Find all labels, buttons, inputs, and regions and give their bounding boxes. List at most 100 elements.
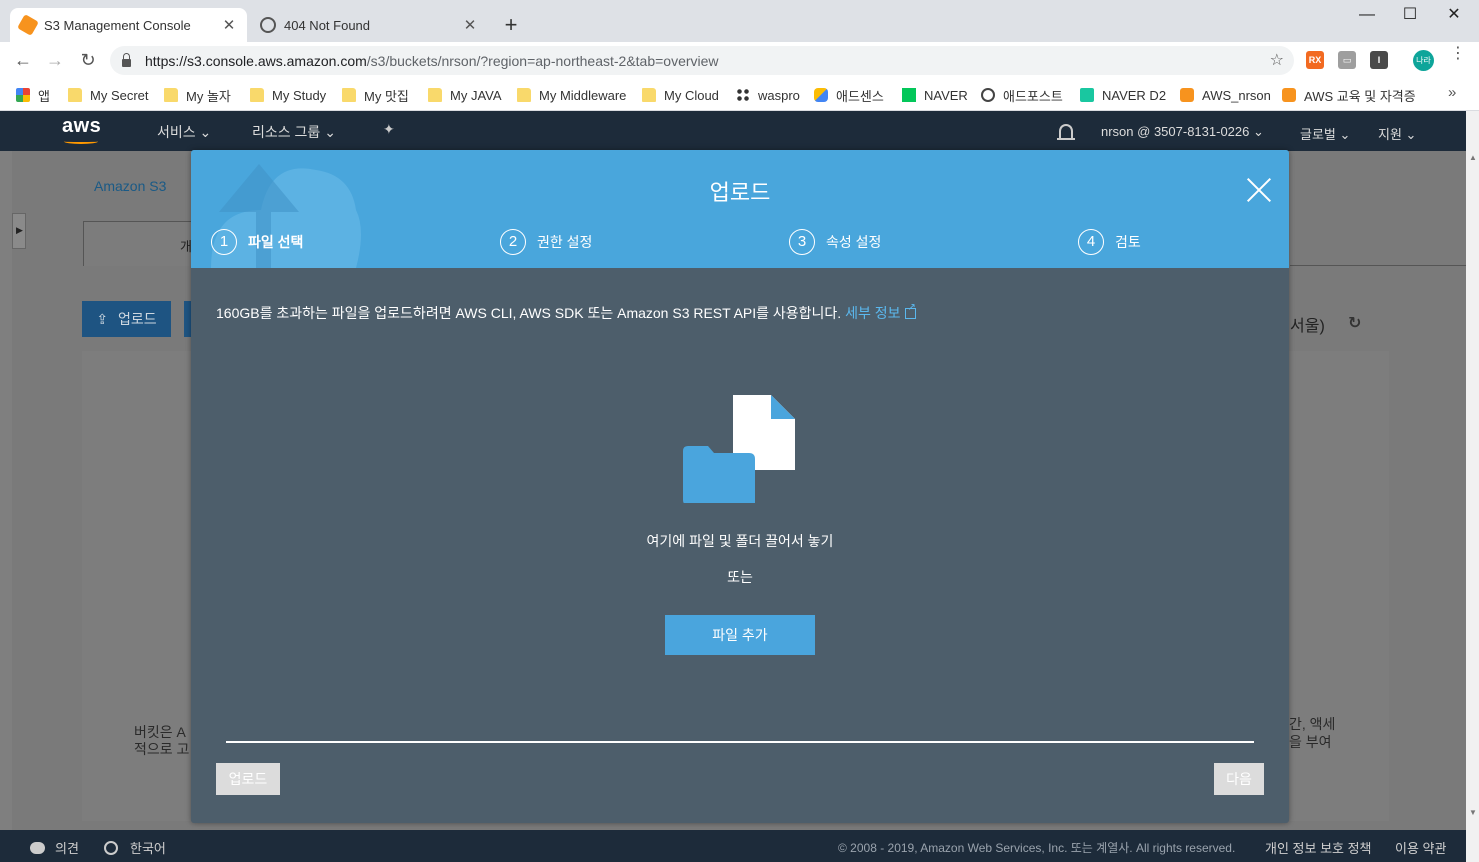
info-extension-icon[interactable]: I [1370,51,1388,69]
services-menu[interactable]: 서비스 ⌄ [157,122,211,142]
details-link[interactable]: 세부 정보 [845,302,916,321]
media-extension-icon[interactable]: ▭ [1338,51,1356,69]
chevron-down-icon: ⌄ [1252,124,1264,139]
bookmark-my-cloud[interactable]: My Cloud [642,85,719,105]
profile-avatar[interactable]: 나라 [1413,50,1434,71]
step-label: 속성 설정 [826,234,882,250]
tab-title: S3 Management Console [44,17,191,33]
back-button[interactable]: ← [12,50,34,70]
step-label: 검토 [1115,234,1141,250]
forward-button[interactable]: → [44,50,66,70]
copyright-text: © 2008 - 2019, Amazon Web Services, Inc.… [838,841,1236,855]
refresh-icon[interactable]: ↻ [1348,313,1361,333]
support-menu[interactable]: 지원 ⌄ [1378,124,1416,143]
bookmark-naver-d2[interactable]: NAVER D2 [1080,85,1166,105]
folder-icon [250,88,264,102]
tab-overview[interactable]: 개 [83,221,193,266]
upload-limit-info: 160GB를 초과하는 파일을 업로드하려면 AWS CLI, AWS SDK … [216,302,916,323]
breadcrumb[interactable]: Amazon S3 [94,178,166,194]
naver-d2-icon [1080,88,1094,102]
pin-icon[interactable]: ✦ [383,121,395,138]
step-set-properties: 3 속성 설정 [789,229,881,255]
browser-tabstrip: S3 Management Console ✕ 404 Not Found ✕ … [0,0,1479,42]
chevron-down-icon: ⌄ [1339,127,1351,142]
bookmark-my-nolja[interactable]: My 놀자 [164,85,231,105]
step-number: 3 [789,229,815,255]
aws-favicon-icon [17,14,39,36]
aws-console-page: aws 서비스 ⌄ 리소스 그룹 ⌄ ✦ nrson @ 3507-8131-0… [0,111,1479,862]
tab-divider [1290,265,1466,266]
bookmark-waspro[interactable]: waspro [736,85,800,105]
bookmark-star-icon[interactable]: ☆ [1270,50,1284,70]
add-files-button[interactable]: 파일 추가 [665,615,815,655]
step-number: 1 [211,229,237,255]
chat-bubble-icon [30,841,45,854]
bookmark-my-study[interactable]: My Study [250,85,326,105]
maximize-window-button[interactable]: ☐ [1390,4,1430,26]
bookmark-my-middleware[interactable]: My Middleware [517,85,626,105]
scroll-down-icon[interactable]: ▼ [1469,808,1477,817]
close-window-button[interactable]: ✕ [1434,4,1474,26]
bookmarks-bar: 앱 My Secret My 놀자 My Study My 맛집 My JAVA… [0,79,1479,111]
tab-s3-console[interactable]: S3 Management Console ✕ [10,8,247,42]
upload-icon: ⇪ [96,310,109,327]
close-tab-icon[interactable]: ✕ [221,16,237,34]
bookmark-adsense[interactable]: 애드센스 [814,85,884,105]
new-tab-button[interactable]: + [500,14,522,36]
privacy-policy-link[interactable]: 개인 정보 보호 정책 [1265,838,1372,857]
chevron-right-icon: ▶ [16,225,23,235]
close-icon[interactable] [1246,177,1272,203]
bookmark-my-java[interactable]: My JAVA [428,85,502,105]
bucket-description-right: 간, 액세 을 부여 [1289,716,1336,750]
folder-icon [68,88,82,102]
apps-grid-icon [16,88,30,102]
files-folder-icon [683,395,795,503]
tab-title: 404 Not Found [284,17,371,33]
folder-icon [517,88,531,102]
sidebar-toggle[interactable]: ▶ [12,213,26,249]
bucket-upload-button[interactable]: ⇪ 업로드 [82,301,171,337]
account-menu[interactable]: nrson @ 3507-8131-0226 ⌄ [1101,124,1264,140]
address-bar[interactable]: https://s3.console.aws.amazon.com/s3/buc… [110,46,1294,75]
region-menu[interactable]: 글로벌 ⌄ [1300,124,1350,143]
bookmark-aws-training[interactable]: AWS 교육 및 자격증 [1282,85,1416,105]
aws-smile-logo [64,139,98,144]
bookmark-aws-nrson[interactable]: AWS_nrson [1180,85,1271,105]
chevron-down-icon: ⌄ [1405,127,1417,142]
bookmark-my-secret[interactable]: My Secret [68,85,149,105]
chevron-down-icon: ⌄ [199,124,212,140]
globe-icon [104,840,118,855]
bookmarks-overflow-chevron-icon[interactable]: » [1448,84,1456,101]
scroll-up-icon[interactable]: ▲ [1469,153,1477,162]
rss-extension-icon[interactable]: RX [1306,51,1324,69]
aws-logo[interactable]: aws [62,115,101,138]
modal-title: 업로드 [709,180,771,205]
bookmark-naver[interactable]: NAVER [902,85,968,105]
lock-icon [122,52,131,67]
waspro-icon [736,88,750,102]
bookmark-my-matjip[interactable]: My 맛집 [342,85,409,105]
step-label: 권한 설정 [537,234,593,250]
bookmark-adpost[interactable]: 애드포스트 [981,85,1063,105]
reload-button[interactable]: ↻ [77,50,99,70]
modal-header: 업로드 1 파일 선택 2 권한 설정 3 속성 설정 4 검토 [191,150,1289,268]
upload-submit-button[interactable]: 업로드 [216,763,280,795]
close-tab-icon[interactable]: ✕ [462,16,478,34]
browser-menu-icon[interactable]: ⋮ [1450,46,1466,62]
minimize-window-button[interactable]: — [1347,4,1387,26]
terms-link[interactable]: 이용 약관 [1395,838,1446,857]
browser-toolbar: ← → ↻ https://s3.console.aws.amazon.com/… [0,42,1479,79]
adpost-icon [981,88,995,102]
notification-bell-icon[interactable] [1057,124,1075,140]
feedback-link[interactable]: 의견 [30,838,79,857]
folder-icon [428,88,442,102]
step-number: 4 [1078,229,1104,255]
tab-404[interactable]: 404 Not Found ✕ [250,8,488,42]
next-button[interactable]: 다음 [1214,763,1264,795]
region-label: 서울) [1290,318,1325,335]
page-scrollbar[interactable]: ▲ ▼ [1466,111,1479,862]
language-selector[interactable]: 한국어 [104,838,166,857]
resource-groups-menu[interactable]: 리소스 그룹 ⌄ [252,122,336,142]
bookmark-apps[interactable]: 앱 [16,85,50,105]
folder-icon [164,88,178,102]
